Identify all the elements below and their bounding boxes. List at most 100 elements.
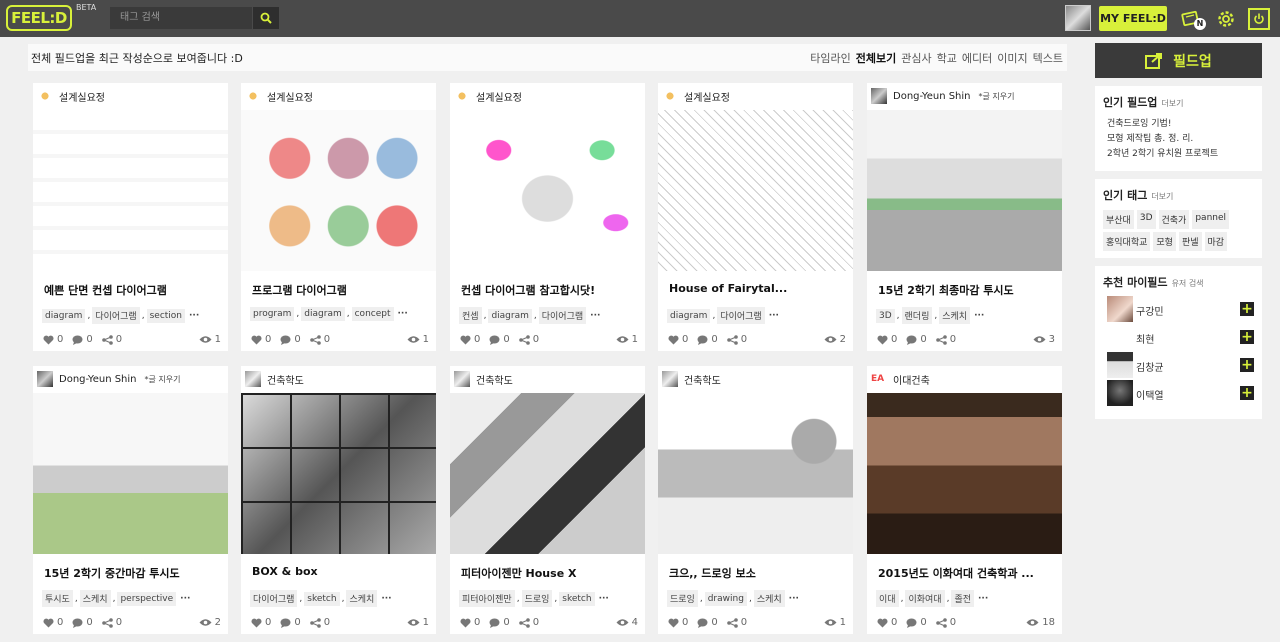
card-title[interactable]: BOX & box	[252, 565, 318, 578]
feed-card[interactable]: 설계실요정 컨셉 다이어그램 참고합시닷! 컨셉, diagram, 다이어그램 ··· 0…	[450, 83, 645, 351]
comment-button[interactable]: 0	[906, 617, 927, 628]
card-tag[interactable]: diagram	[42, 308, 86, 323]
like-button[interactable]: 0	[43, 334, 63, 345]
like-button[interactable]: 0	[668, 617, 688, 628]
more-tags-icon[interactable]: ···	[189, 311, 199, 321]
tab-school[interactable]: 학교	[937, 50, 957, 66]
user-search-link[interactable]: 유저 검색	[1172, 279, 1204, 288]
share-button[interactable]: 0	[726, 334, 747, 345]
card-image[interactable]	[450, 393, 645, 554]
card-title[interactable]: 피터아이젠만 House X	[461, 565, 576, 581]
card-title[interactable]: House of Fairytal...	[669, 282, 787, 295]
settings-button[interactable]	[1213, 6, 1238, 31]
feed-card[interactable]: 건축학도 BOX & box 다이어그램, sketch, 스케치 ··· 0 0 0 1	[241, 366, 436, 634]
my-feeld-button[interactable]: MY FEEL:D	[1099, 6, 1167, 31]
tab-image[interactable]: 이미지	[997, 50, 1027, 66]
card-tag[interactable]: 졸전	[951, 590, 974, 607]
avatar[interactable]	[1107, 324, 1133, 350]
card-title[interactable]: 15년 2학기 중간마감 투시도	[44, 565, 180, 581]
logo[interactable]: FEEL:D	[6, 5, 72, 31]
tag-chip[interactable]: 3D	[1136, 210, 1156, 229]
card-image[interactable]	[658, 110, 853, 271]
add-user-button[interactable]: +	[1240, 386, 1254, 400]
popular-feeld-more[interactable]: 더보기	[1161, 99, 1183, 108]
tab-interests[interactable]: 관심사	[901, 50, 931, 66]
more-tags-icon[interactable]: ···	[769, 311, 779, 321]
feed-card[interactable]: 설계실요정 예쁜 단면 컨셉 다이어그램 diagram, 다이어그램, section…	[33, 83, 228, 351]
card-tag[interactable]: program	[250, 307, 295, 321]
card-image[interactable]	[241, 393, 436, 554]
share-button[interactable]: 0	[518, 617, 539, 628]
card-title[interactable]: 컨셉 다이어그램 참고합시닷!	[461, 282, 595, 298]
tag-chip[interactable]: 마감	[1204, 232, 1228, 251]
card-title[interactable]: 15년 2학기 최종마감 투시도	[878, 282, 1014, 298]
tab-timeline[interactable]: 타임라인	[810, 50, 850, 66]
feed-card[interactable]: 건축학도 크으,, 드로잉 보소 드로잉, drawing, 스케치 ··· 0 0 0 1	[658, 366, 853, 634]
upload-feeld-button[interactable]: 필드업	[1095, 43, 1262, 78]
like-button[interactable]: 0	[668, 334, 688, 345]
tag-chip[interactable]: pannel	[1192, 210, 1230, 229]
card-image[interactable]	[658, 393, 853, 554]
comment-button[interactable]: 0	[697, 617, 718, 628]
recommend-user-name[interactable]: 최현	[1136, 331, 1154, 346]
card-title[interactable]: 프로그램 다이어그램	[252, 282, 347, 298]
more-tags-icon[interactable]: ···	[978, 594, 988, 604]
card-author[interactable]: Dong-Yeun Shin *글 지우기	[871, 88, 1015, 104]
comment-button[interactable]: 0	[72, 334, 93, 345]
comment-button[interactable]: 0	[280, 334, 301, 345]
comment-button[interactable]: 0	[697, 334, 718, 345]
feed-card[interactable]: 설계실요정 House of Fairytal... diagram, 다이어그램 ··…	[658, 83, 853, 351]
tag-chip[interactable]: 판넬	[1178, 232, 1202, 251]
comment-button[interactable]: 0	[489, 334, 510, 345]
card-tag[interactable]: 피터아이젠만	[459, 590, 515, 607]
card-title[interactable]: 2015년도 이화여대 건축학과 ...	[878, 565, 1034, 581]
card-tag[interactable]: 드로잉	[667, 590, 698, 607]
card-tag[interactable]: section	[146, 308, 186, 323]
card-tag[interactable]: 스케치	[79, 590, 111, 607]
card-tag[interactable]: perspective	[117, 591, 177, 606]
recommend-user-name[interactable]: 이택열	[1136, 387, 1164, 402]
logout-button[interactable]	[1248, 8, 1270, 30]
popular-feeld-item[interactable]: 모형 제작팁 총. 정. 리.	[1107, 132, 1218, 147]
share-button[interactable]: 0	[726, 617, 747, 628]
card-title[interactable]: 크으,, 드로잉 보소	[669, 565, 756, 581]
comment-button[interactable]: 0	[280, 617, 301, 628]
card-tag[interactable]: 스케치	[939, 307, 971, 324]
tag-chip[interactable]: 모형	[1153, 232, 1176, 251]
more-tags-icon[interactable]: ···	[974, 311, 984, 321]
tab-editor[interactable]: 에디터	[962, 50, 992, 66]
card-author[interactable]: 설계실요정	[37, 88, 105, 104]
more-tags-icon[interactable]: ···	[590, 311, 600, 321]
more-tags-icon[interactable]: ···	[789, 594, 799, 604]
feed-card[interactable]: EA 이대건축 2015년도 이화여대 건축학과 ... 이대, 이화여대, 졸전 ··· 0…	[867, 366, 1062, 634]
like-button[interactable]: 0	[43, 617, 63, 628]
card-tag[interactable]: 다이어그램	[538, 307, 587, 324]
card-tag[interactable]: 스케치	[753, 590, 785, 607]
comment-button[interactable]: 0	[906, 334, 927, 345]
card-tag[interactable]: 이대	[876, 590, 899, 607]
avatar[interactable]	[1107, 352, 1133, 378]
card-tag[interactable]: diagram	[301, 307, 345, 321]
card-tag[interactable]: sketch	[304, 591, 340, 606]
card-author[interactable]: Dong-Yeun Shin *글 지우기	[37, 371, 181, 387]
card-tag[interactable]: 스케치	[346, 590, 378, 607]
share-button[interactable]: 0	[309, 617, 330, 628]
like-button[interactable]: 0	[877, 334, 897, 345]
tab-all[interactable]: 전체보기	[856, 50, 896, 66]
card-tag[interactable]: diagram	[488, 308, 532, 323]
delete-post-link[interactable]: *글 지우기	[145, 374, 181, 385]
card-author[interactable]: 설계실요정	[245, 88, 313, 104]
add-user-button[interactable]: +	[1240, 358, 1254, 372]
card-author[interactable]: 설계실요정	[454, 88, 522, 104]
card-image[interactable]	[33, 110, 228, 271]
popular-feeld-item[interactable]: 건축드로잉 기법!	[1107, 117, 1218, 132]
add-user-button[interactable]: +	[1240, 330, 1254, 344]
like-button[interactable]: 0	[251, 617, 271, 628]
delete-post-link[interactable]: *글 지우기	[979, 91, 1015, 102]
share-button[interactable]: 0	[935, 334, 956, 345]
card-author[interactable]: 건축학도	[662, 371, 721, 387]
share-button[interactable]: 0	[309, 334, 330, 345]
card-tag[interactable]: 이화여대	[905, 590, 945, 607]
share-button[interactable]: 0	[101, 334, 122, 345]
card-image[interactable]	[450, 110, 645, 271]
